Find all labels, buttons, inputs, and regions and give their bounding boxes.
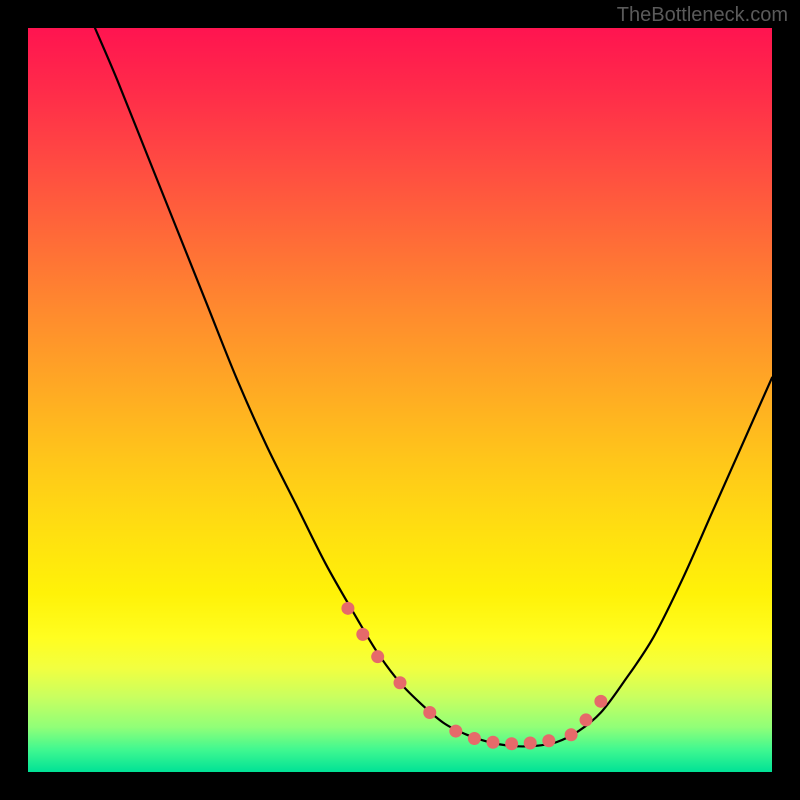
highlight-dot: [505, 737, 518, 750]
highlight-dot: [468, 732, 481, 745]
highlight-dot: [341, 602, 354, 615]
highlight-dot: [565, 728, 578, 741]
chart-svg: [28, 28, 772, 772]
watermark-text: TheBottleneck.com: [617, 4, 788, 27]
highlight-dot: [394, 676, 407, 689]
highlight-dots-group: [341, 602, 607, 750]
highlight-dot: [487, 736, 500, 749]
highlight-dot: [594, 695, 607, 708]
highlight-dot: [524, 736, 537, 749]
highlight-dot: [371, 650, 384, 663]
highlight-dot: [423, 706, 436, 719]
bottleneck-curve: [95, 28, 772, 746]
highlight-dot: [542, 734, 555, 747]
highlight-dot: [580, 713, 593, 726]
highlight-dot: [356, 628, 369, 641]
plot-area: [28, 28, 772, 772]
highlight-dot: [449, 725, 462, 738]
